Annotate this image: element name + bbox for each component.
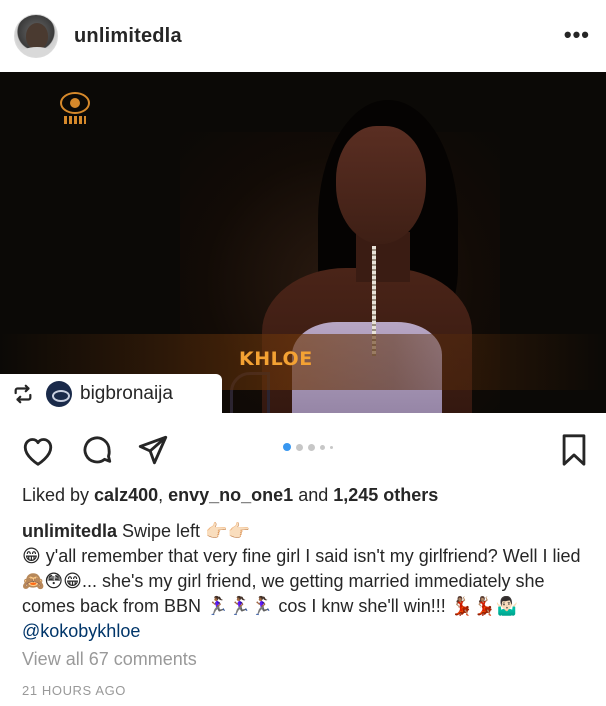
more-horizontal-icon[interactable]: ••• [564, 22, 590, 48]
liker-link[interactable]: envy_no_one1 [168, 485, 293, 505]
person-face [336, 126, 426, 244]
grin-emoji: 😁 [22, 546, 41, 567]
mention-link[interactable]: @kokobykhloe [22, 621, 140, 641]
likes-count-link[interactable]: 1,245 others [333, 485, 438, 505]
likes-prefix: Liked by [22, 485, 95, 505]
repost-account-name[interactable]: bigbronaija [80, 383, 173, 405]
likes-and: and [293, 485, 334, 505]
repost-account-avatar [46, 380, 72, 407]
avatar-face [26, 23, 48, 49]
post-header: unlimitedla ••• [0, 0, 606, 72]
avatar[interactable] [14, 14, 58, 58]
pointing-emoji: 👉🏻👉🏻 [205, 521, 250, 542]
repost-attribution[interactable]: bigbronaija [0, 374, 222, 413]
caption-username[interactable]: unlimitedla [22, 521, 117, 541]
repost-icon [14, 384, 32, 403]
likes-summary: Liked by calz400, envy_no_one1 and 1,245… [22, 485, 438, 506]
logo-text [64, 116, 86, 124]
running-emojis: 🏃🏾‍♀️🏃🏾‍♀️🏃🏾‍♀️ [206, 596, 274, 617]
action-bar [0, 413, 606, 479]
post-timestamp: 21 HOURS AGO [22, 683, 127, 698]
carousel-dot-active [283, 443, 291, 451]
carousel-dot [296, 443, 303, 451]
liker-link[interactable]: calz400 [94, 485, 158, 505]
comment-icon[interactable] [80, 433, 114, 467]
carousel-dot [330, 445, 333, 449]
carousel-indicator [283, 443, 333, 451]
tv-logo [60, 92, 90, 126]
caption-text: y'all remember that very fine girl I sai… [40, 546, 581, 566]
overlay-name: KHLOE [239, 348, 313, 370]
view-comments-link[interactable]: View all 67 comments [22, 649, 197, 670]
post-caption: unlimitedla Swipe left 👉🏻👉🏻 😁 y'all reme… [22, 519, 592, 643]
dance-shrug-emojis: 💃🏽💃🏽🤷🏻‍♂️ [450, 596, 519, 617]
logo-pupil [70, 98, 80, 108]
carousel-dot [320, 444, 325, 450]
bookmark-icon[interactable] [560, 433, 588, 467]
carousel-dot [308, 443, 315, 451]
caption-text: Swipe left [117, 521, 206, 541]
reaction-emojis: 🙈😳😁 [22, 571, 82, 592]
post-image[interactable]: KHLOE [0, 72, 606, 413]
share-icon[interactable] [136, 433, 170, 467]
caption-text: cos I knw she'll win!!! [273, 596, 451, 616]
heart-icon[interactable] [20, 433, 56, 467]
post-username[interactable]: unlimitedla [74, 25, 182, 48]
likes-separator: , [158, 485, 169, 505]
avatar-shoulders [19, 47, 55, 57]
